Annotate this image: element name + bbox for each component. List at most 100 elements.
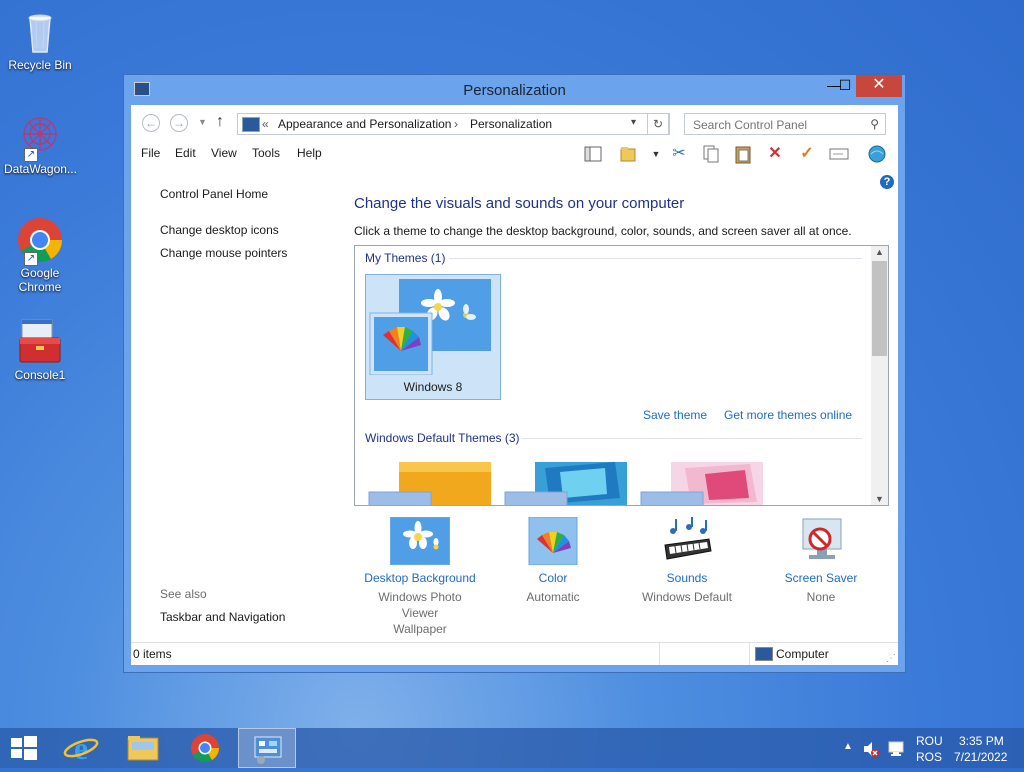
breadcrumb-overflow[interactable]: « [262,117,269,131]
change-desktop-icons-link[interactable]: Change desktop icons [160,223,279,237]
scroll-thumb[interactable] [872,261,887,356]
menu-file[interactable]: File [141,146,160,160]
status-bar: 0 items Computer ⋰ [131,642,898,665]
desktop-icon-label-line1: Google [20,266,60,280]
search-box[interactable]: ⚲ [684,113,886,135]
windows-8-theme-thumbnail [369,279,491,375]
menu-tools[interactable]: Tools [252,146,280,160]
status-location: Computer [776,647,829,661]
desktop-icon-console1[interactable]: Console1 [4,318,76,382]
page-heading: Change the visuals and sounds on your co… [354,195,685,212]
shortcut-arrow-icon: ↗ [24,252,38,266]
clock-time[interactable]: 3:35 PM [959,734,1004,748]
breadcrumb-appearance[interactable]: Appearance and Personalization [278,117,451,131]
group-divider [449,258,862,259]
clock-date[interactable]: 7/21/2022 [954,750,1007,764]
folder-icon [127,736,159,761]
taskbar-navigation-link[interactable]: Taskbar and Navigation [160,610,285,624]
start-button[interactable] [0,728,48,768]
desktop-icon-recycle-bin[interactable]: Recycle Bin [4,8,76,72]
status-divider [749,643,750,665]
rename-icon[interactable] [829,144,849,164]
change-mouse-pointers-link[interactable]: Change mouse pointers [160,246,287,260]
my-themes-header: My Themes (1) [365,251,446,265]
scroll-down-arrow-icon[interactable]: ▼ [871,494,888,504]
network-icon[interactable] [887,740,905,761]
sounds-piano-icon [657,517,717,565]
help-icon[interactable]: ? [880,175,894,189]
get-more-themes-link[interactable]: Get more themes online [724,408,852,422]
see-also-label: See also [160,587,207,601]
layout-pane-icon[interactable] [583,144,603,164]
screen-saver-label[interactable]: Screen Saver [761,571,881,585]
save-theme-link[interactable]: Save theme [643,408,707,422]
theme-windows-8[interactable]: Windows 8 [365,274,501,400]
cut-icon[interactable]: ✂ [669,144,689,164]
breadcrumb-personalization[interactable]: Personalization [470,117,552,131]
themes-scrollbar[interactable]: ▲ ▼ [871,246,888,505]
scroll-up-arrow-icon[interactable]: ▲ [871,247,888,257]
resize-grip-icon[interactable]: ⋰ [886,653,896,664]
copy-icon[interactable] [701,144,721,164]
screen-saver-icon [791,517,851,565]
page-description: Click a theme to change the desktop back… [354,224,852,238]
sounds-label[interactable]: Sounds [627,571,747,585]
language-indicator-line1[interactable]: ROU [916,734,943,748]
color-label[interactable]: Color [493,571,613,585]
datawagon-icon: ↗ [16,112,64,162]
desktop-icon-datawagon[interactable]: ↗ DataWagon... [4,112,77,176]
screen-saver-value: None [806,590,836,604]
color-value: Automatic [526,590,580,604]
desktop-background-setting[interactable]: Desktop Background Windows Photo Viewer … [360,516,480,637]
back-button[interactable]: ← [142,114,160,132]
speaker-muted-icon[interactable] [862,740,880,761]
file-explorer-taskbar-button[interactable] [114,728,172,768]
refresh-button[interactable]: ↻ [647,113,669,135]
desktop-icon-google-chrome[interactable]: ↗ Google Chrome [4,216,76,294]
window-title: Personalization [463,82,566,99]
chrome-taskbar-button[interactable] [176,728,234,768]
themes-list[interactable]: My Themes (1) Windows 8 Save theme Get m… [354,245,889,506]
desktop-icon-label: Console1 [14,368,66,382]
toolbox-icon [16,318,64,366]
search-icon[interactable]: ⚲ [870,117,879,131]
title-bar[interactable]: Personalization — ☐ ✕ [124,75,905,105]
menu-help[interactable]: Help [297,146,322,160]
delete-icon[interactable]: ✕ [765,144,785,164]
chrome-icon [191,734,219,762]
show-hidden-icons-chevron-icon[interactable]: ▲ [843,741,853,752]
left-pane: Control Panel Home Change desktop icons … [131,167,336,645]
menu-bar: File Edit View Tools Help ▼ ✂ ✕ ✓ [131,141,898,167]
sounds-setting[interactable]: Sounds Windows Default [627,517,747,605]
color-setting[interactable]: Color Automatic [493,516,613,605]
paste-icon[interactable] [733,144,753,164]
personalization-window: Personalization — ☐ ✕ ← → ▼ ↑ « Appearan… [123,74,906,673]
desktop-icon-label-line2: Chrome [18,280,62,294]
control-panel-icon [254,736,282,764]
control-panel-home-link[interactable]: Control Panel Home [160,187,268,201]
properties-checkmark-icon[interactable]: ✓ [797,144,817,164]
menu-view[interactable]: View [211,146,237,160]
search-input[interactable] [691,117,855,133]
recent-pages-chevron-icon[interactable]: ▼ [198,117,207,127]
internet-explorer-taskbar-button[interactable]: e [52,728,110,768]
control-panel-taskbar-button[interactable] [238,728,296,768]
address-bar[interactable]: « Appearance and Personalization › Perso… [237,113,670,135]
folder-options-chevron-icon[interactable]: ▼ [646,144,666,164]
navigation-bar: ← → ▼ ↑ « Appearance and Personalization… [131,105,898,141]
language-indicator-line2[interactable]: ROS [916,750,942,764]
up-arrow-icon[interactable]: ↑ [216,113,224,131]
menu-edit[interactable]: Edit [175,146,196,160]
desktop-background-label[interactable]: Desktop Background [360,571,480,585]
svg-text:e: e [74,730,88,766]
globe-icon[interactable] [867,144,887,164]
close-button[interactable]: ✕ [856,75,902,97]
screen-saver-setting[interactable]: Screen Saver None [761,517,881,605]
window-client: ← → ▼ ↑ « Appearance and Personalization… [131,105,898,665]
internet-explorer-icon: e [63,730,99,766]
desktop-icon-label: Recycle Bin [8,58,72,72]
folder-options-icon[interactable] [619,144,639,164]
address-dropdown-chevron-icon[interactable]: ▾ [631,117,636,128]
forward-button[interactable]: → [170,114,188,132]
desktop-background-icon [389,516,451,566]
